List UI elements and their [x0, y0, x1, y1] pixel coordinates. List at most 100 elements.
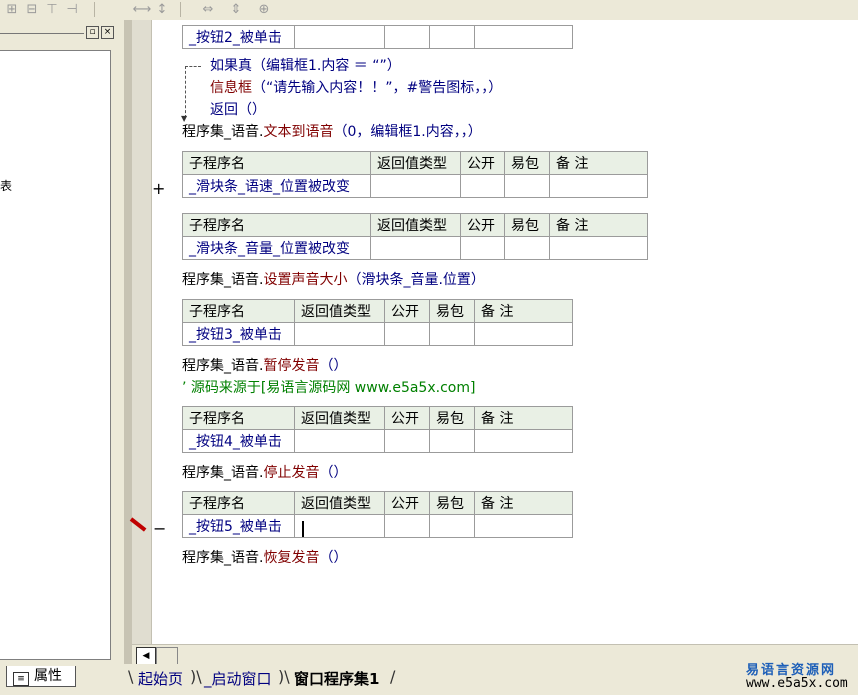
- stretch-vertical-icon[interactable]: ⇕: [226, 1, 246, 18]
- splitter[interactable]: [124, 20, 132, 695]
- if-condition: （编辑框1.内容 ＝ “”）: [252, 58, 401, 74]
- tab-edge: /: [390, 667, 396, 686]
- tab-window-program-set[interactable]: 窗口程序集1: [294, 668, 379, 690]
- header-return-type: 返回值类型: [370, 213, 461, 237]
- object-ref: 程序集_语音.: [182, 272, 264, 288]
- easy-package-cell[interactable]: [429, 429, 475, 453]
- code-editor[interactable]: _按钮2_被单击 ▼ 如果真（编辑框1.内容 ＝ “”） 信息框（“请先输入内容…: [132, 20, 858, 644]
- header-return-type: 返回值类型: [370, 151, 461, 175]
- method-call: 暂停发音: [263, 358, 320, 374]
- header-easy-package: 易包: [504, 151, 550, 175]
- return-type-cell[interactable]: [370, 236, 461, 260]
- easy-package-cell[interactable]: [504, 174, 550, 198]
- subroutine-name[interactable]: _滑块条_音量_位置被改变: [182, 236, 371, 260]
- scroll-thumb[interactable]: [156, 647, 178, 665]
- method-call: 设置声音大小: [263, 272, 348, 288]
- subroutine-name[interactable]: _按钮2_被单击: [182, 25, 295, 49]
- header-name: 子程序名: [182, 491, 295, 515]
- return-type-cell[interactable]: [370, 174, 461, 198]
- properties-tab[interactable]: ≡ 属性: [6, 666, 76, 687]
- subroutine-name[interactable]: _滑块条_语速_位置被改变: [182, 174, 371, 198]
- subroutine-name[interactable]: _按钮5_被单击: [182, 514, 295, 538]
- notes-cell[interactable]: [474, 429, 573, 453]
- object-ref: 程序集_语音.: [182, 358, 264, 374]
- code-line-msgbox[interactable]: 信息框（“请先输入内容！！”，#警告图标，，）: [210, 77, 502, 97]
- public-cell[interactable]: [384, 322, 430, 346]
- return-args: （）: [238, 102, 266, 118]
- notes-cell[interactable]: [474, 514, 573, 538]
- easy-package-cell[interactable]: [429, 514, 475, 538]
- public-cell[interactable]: [384, 429, 430, 453]
- notes-cell[interactable]: [474, 25, 573, 49]
- object-ref: 程序集_语音.: [182, 550, 264, 566]
- header-easy-package: 易包: [429, 406, 475, 430]
- equal-width-icon[interactable]: ⟷: [132, 1, 152, 18]
- code-line-resume[interactable]: 程序集_语音.恢复发音（）: [182, 547, 347, 567]
- tab-edge: \: [128, 667, 134, 686]
- header-return-type: 返回值类型: [294, 299, 385, 323]
- code-line-stop[interactable]: 程序集_语音.停止发音（）: [182, 462, 347, 482]
- header-public: 公开: [460, 213, 505, 237]
- expand-marker[interactable]: +: [152, 179, 165, 198]
- scroll-left-button[interactable]: ◀: [136, 647, 156, 665]
- align-top-icon[interactable]: ⊤: [42, 1, 62, 18]
- align-left-icon[interactable]: ⊞: [2, 1, 22, 18]
- header-public: 公开: [384, 299, 430, 323]
- easy-package-cell[interactable]: [429, 322, 475, 346]
- code-line-return[interactable]: 返回（）: [210, 99, 266, 119]
- header-notes: 备 注: [549, 151, 648, 175]
- header-notes: 备 注: [474, 491, 573, 515]
- public-cell[interactable]: [384, 514, 430, 538]
- public-cell[interactable]: [460, 236, 505, 260]
- code-line-tts[interactable]: 程序集_语音.文本到语音（0，编辑框1.内容，，）: [182, 121, 482, 141]
- notes-cell[interactable]: [549, 174, 648, 198]
- editor-gutter: [132, 20, 152, 644]
- subroutine-table: 子程序名 返回值类型 公开 易包 备 注 _滑块条_音量_位置被改变: [182, 213, 648, 260]
- subroutine-name[interactable]: _按钮3_被单击: [182, 322, 295, 346]
- tab-edge: )\: [278, 667, 290, 686]
- return-type-cell[interactable]: [294, 429, 385, 453]
- properties-icon: ≡: [13, 672, 29, 686]
- code-comment[interactable]: ’ 源码来源于[易语言源码网 www.e5a5x.com]: [182, 377, 475, 397]
- equal-height-icon[interactable]: ↕: [152, 1, 172, 18]
- easy-package-cell[interactable]: [504, 236, 550, 260]
- method-call: 恢复发音: [263, 550, 320, 566]
- public-cell[interactable]: [460, 174, 505, 198]
- code-line-if[interactable]: 如果真（编辑框1.内容 ＝ “”）: [210, 55, 401, 75]
- notes-cell[interactable]: [474, 322, 573, 346]
- panel-grip: [0, 33, 84, 34]
- msgbox-call: 信息框: [210, 80, 252, 96]
- return-type-cell[interactable]: [294, 322, 385, 346]
- tab-start-page[interactable]: 起始页: [138, 668, 183, 690]
- public-cell[interactable]: [384, 25, 430, 49]
- properties-tab-label: 属性: [34, 668, 62, 684]
- panel-close-button[interactable]: ×: [101, 26, 114, 39]
- code-line-pause[interactable]: 程序集_语音.暂停发音（）: [182, 355, 347, 375]
- code-line-volume[interactable]: 程序集_语音.设置声音大小（滑块条_音量.位置）: [182, 269, 485, 289]
- collapse-marker[interactable]: −: [153, 519, 166, 538]
- method-args: （）: [319, 465, 348, 481]
- panel-restore-button[interactable]: ▫: [86, 26, 99, 39]
- watermark-url: www.e5a5x.com: [746, 676, 848, 691]
- header-name: 子程序名: [182, 406, 295, 430]
- tab-startup-window[interactable]: _启动窗口: [204, 668, 272, 690]
- subroutine-name[interactable]: _按钮4_被单击: [182, 429, 295, 453]
- stretch-horizontal-icon[interactable]: ⇔: [198, 1, 218, 18]
- return-type-cell[interactable]: [294, 514, 385, 538]
- notes-cell[interactable]: [549, 236, 648, 260]
- method-args: （）: [319, 358, 348, 374]
- panel-list-item[interactable]: 表: [0, 177, 12, 194]
- return-type-cell[interactable]: [294, 25, 385, 49]
- center-window-icon[interactable]: ⊕: [254, 1, 274, 18]
- easy-package-cell[interactable]: [429, 25, 475, 49]
- flow-line: [185, 66, 201, 67]
- object-ref: 程序集_语音.: [182, 124, 264, 140]
- method-args: （0，编辑框1.内容，，）: [333, 124, 482, 140]
- panel-list[interactable]: 表: [0, 50, 111, 660]
- header-notes: 备 注: [474, 406, 573, 430]
- method-args: （滑块条_音量.位置）: [347, 272, 485, 288]
- align-right-icon[interactable]: ⊣: [62, 1, 82, 18]
- subroutine-table: 子程序名 返回值类型 公开 易包 备 注 _按钮3_被单击: [182, 299, 573, 346]
- align-center-icon[interactable]: ⊟: [22, 1, 42, 18]
- header-easy-package: 易包: [429, 491, 475, 515]
